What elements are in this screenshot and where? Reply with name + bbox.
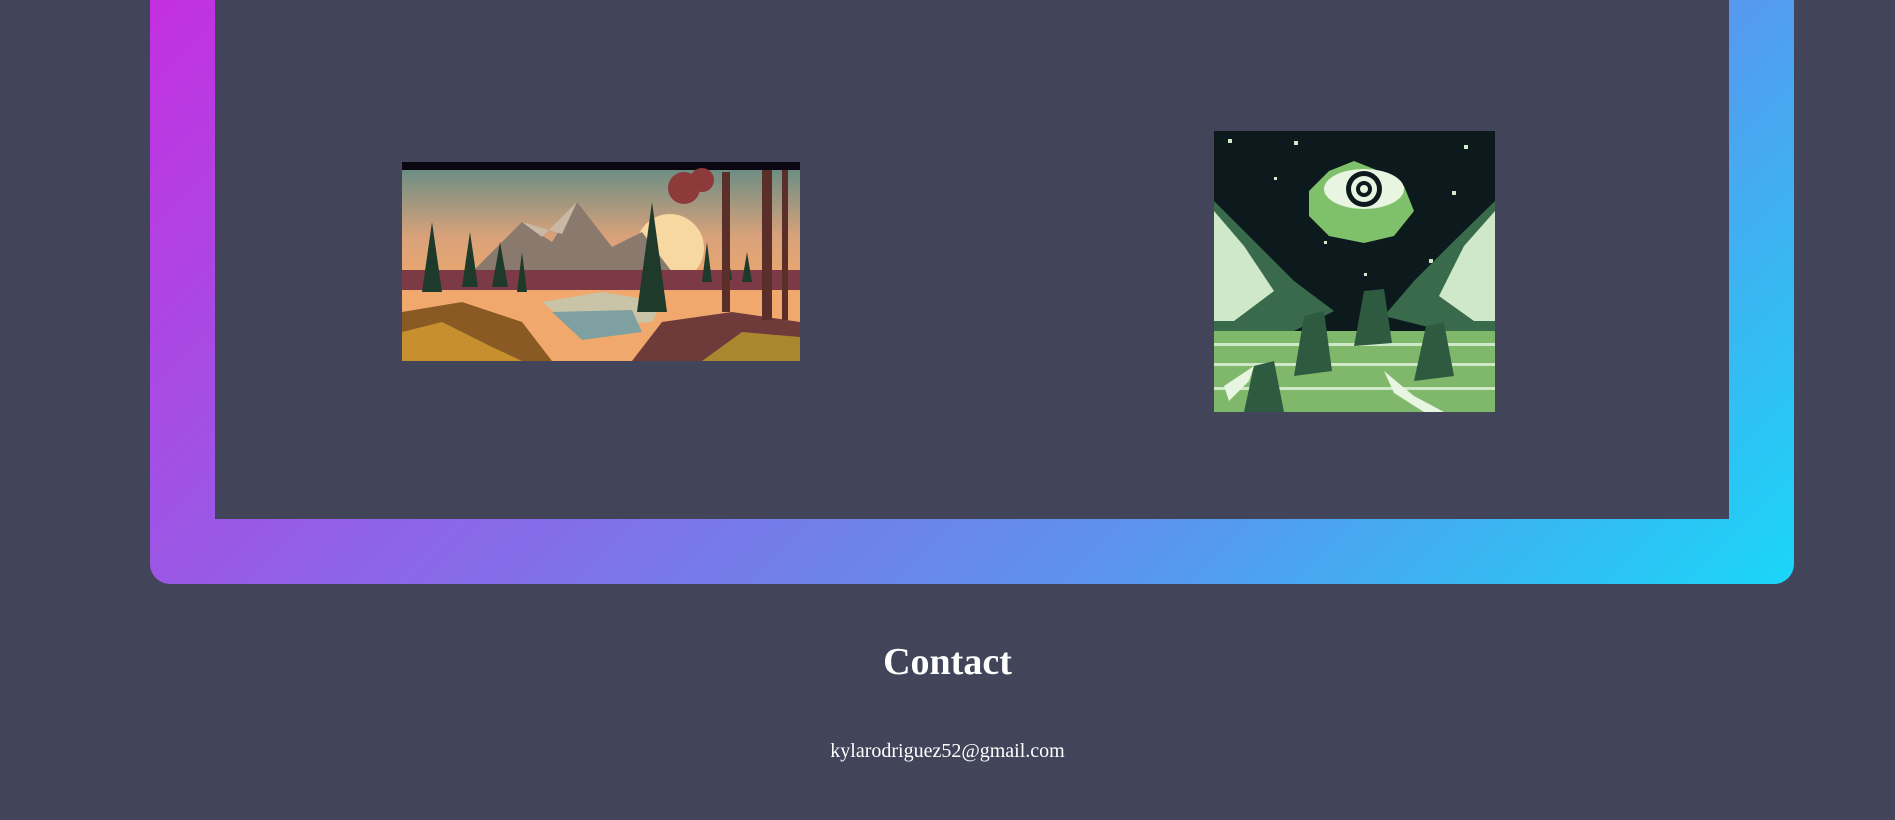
gallery-frame (150, 0, 1794, 584)
contact-email-link[interactable]: kylarodriguez52@gmail.com (0, 740, 1895, 763)
contact-heading: Contact (883, 641, 1012, 683)
forest-lake-artwork[interactable] (402, 162, 800, 361)
eye-mountains-image (1214, 131, 1495, 412)
forest-lake-image (402, 168, 800, 361)
eye-artwork[interactable] (1214, 131, 1495, 412)
